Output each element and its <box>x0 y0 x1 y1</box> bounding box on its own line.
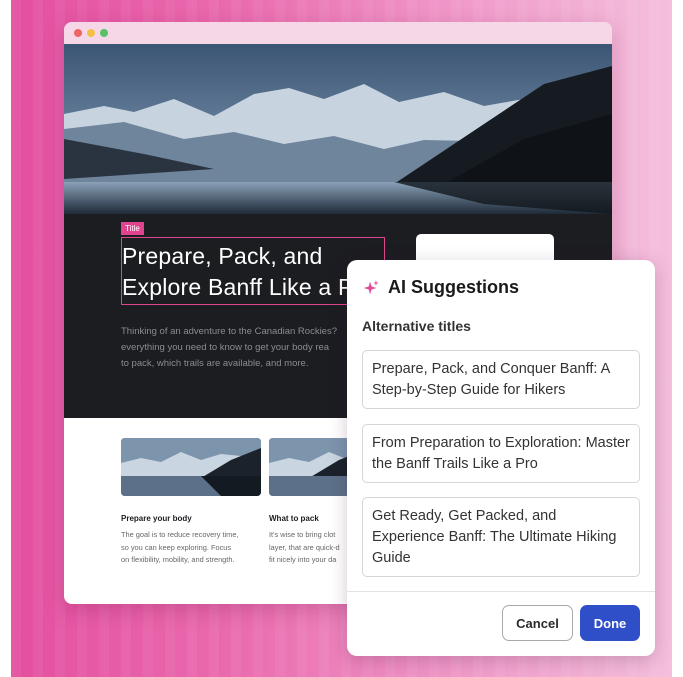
done-button[interactable]: Done <box>580 605 640 641</box>
alternative-titles-label: Alternative titles <box>362 318 471 334</box>
card-text-line: fit nicely into your da <box>269 555 337 564</box>
suggestion-option[interactable]: Prepare, Pack, and Conquer Banff: A Step… <box>362 350 640 409</box>
card-text-line: on flexibility, mobility, and strength. <box>121 555 235 564</box>
card-what-to-pack[interactable]: What to pack It's wise to bring clot lay… <box>269 438 349 567</box>
card-title: Prepare your body <box>121 514 192 523</box>
suggestion-option[interactable]: Get Ready, Get Packed, and Experience Ba… <box>362 497 640 577</box>
cancel-button[interactable]: Cancel <box>502 605 573 641</box>
minimize-window-dot[interactable] <box>87 29 95 37</box>
card-thumbnail <box>269 438 349 496</box>
hero-description-line: to pack, which trails are available, and… <box>121 358 309 369</box>
hero-description-line: Thinking of an adventure to the Canadian… <box>121 326 337 337</box>
card-text-line: It's wise to bring clot <box>269 530 336 539</box>
suggestion-option[interactable]: From Preparation to Exploration: Master … <box>362 424 640 483</box>
card-text: The goal is to reduce recovery time, so … <box>121 529 261 567</box>
close-window-dot[interactable] <box>74 29 82 37</box>
card-title: What to pack <box>269 514 319 523</box>
hero-image <box>64 44 612 214</box>
hero-description-line: everything you need to know to get your … <box>121 342 330 353</box>
card-prepare-body[interactable]: Prepare your body The goal is to reduce … <box>121 438 261 567</box>
card-text-line: so you can keep exploring. Focus <box>121 542 232 552</box>
hero-description: Thinking of an adventure to the Canadian… <box>121 324 351 372</box>
divider <box>347 591 655 592</box>
page-title-line-1: Prepare, Pack, and <box>122 243 323 269</box>
title-editable-box[interactable]: Prepare, Pack, and Explore Banff Like a … <box>121 237 385 305</box>
title-tag: Title <box>121 222 144 235</box>
maximize-window-dot[interactable] <box>100 29 108 37</box>
card-thumbnail <box>121 438 261 496</box>
card-text-line: The goal is to reduce recovery time, <box>121 530 239 539</box>
panel-header: AI Suggestions <box>362 277 519 298</box>
sparkle-icon <box>363 279 379 294</box>
card-text: It's wise to bring clot layer, that are … <box>269 529 349 567</box>
browser-titlebar <box>64 22 612 44</box>
panel-title: AI Suggestions <box>388 277 520 297</box>
ai-suggestions-panel: AI Suggestions Alternative titles Prepar… <box>347 260 655 656</box>
page-title-line-2: Explore Banff Like a P <box>122 274 354 300</box>
card-text-line: layer, that are quick-d <box>269 542 340 552</box>
